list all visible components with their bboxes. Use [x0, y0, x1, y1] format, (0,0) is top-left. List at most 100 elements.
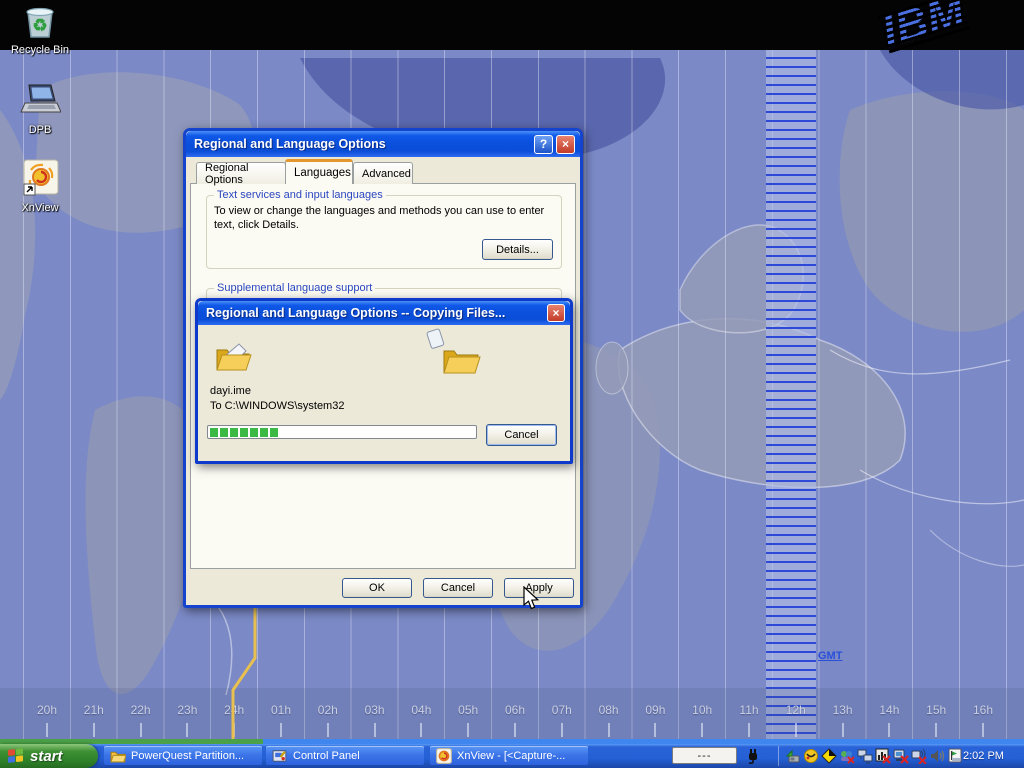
hour-label: 05h [451, 703, 485, 717]
hour-label: 11h [732, 703, 766, 717]
hour-label: 02h [311, 703, 345, 717]
progress-block [240, 428, 248, 437]
hour-tick [327, 723, 329, 737]
diamond-envelope-icon[interactable] [821, 748, 837, 764]
taskbar-task-control-panel[interactable]: Control Panel [266, 746, 424, 766]
progress-block [230, 428, 238, 437]
users-offline-icon[interactable] [839, 748, 855, 764]
progress-block [210, 428, 218, 437]
hour-label: 09h [638, 703, 672, 717]
battery-indicator[interactable]: --- [672, 747, 737, 764]
hour-scale: 20h21h22h23h24h01h02h03h04h05h06h07h08h0… [0, 688, 1024, 740]
desktop-icon-xnview[interactable]: XnView [4, 158, 76, 216]
taskbar-task-powerquest[interactable]: PowerQuest Partition... [104, 746, 262, 766]
wireless-offline-icon[interactable] [911, 748, 927, 764]
copy-cancel-button[interactable]: Cancel [486, 424, 557, 446]
desktop-icon-dpb[interactable]: DPB [4, 82, 76, 138]
language-bar-flag-icon[interactable] [947, 748, 963, 764]
windows-flag-icon [8, 748, 25, 765]
tab-languages[interactable]: Languages [285, 159, 353, 184]
progress-block [270, 428, 278, 437]
apply-button[interactable]: Apply [504, 578, 574, 598]
computer-offline-icon[interactable] [893, 748, 909, 764]
tab-regional-options[interactable]: Regional Options [196, 162, 286, 184]
hour-tick [514, 723, 516, 737]
power-plug-icon[interactable] [744, 748, 762, 764]
start-label: start [30, 748, 63, 765]
hour-tick [701, 723, 703, 737]
desktop-icon-recycle-bin[interactable]: ♻ Recycle Bin [4, 4, 76, 58]
destination-folder-icon [422, 327, 482, 377]
yellow-ball-icon[interactable] [803, 748, 819, 764]
hour-tick [561, 723, 563, 737]
hour-tick [467, 723, 469, 737]
hour-label: 10h [685, 703, 719, 717]
desktop-screen: 20h21h22h23h24h01h02h03h04h05h06h07h08h0… [0, 0, 1024, 768]
hour-label: 23h [170, 703, 204, 717]
hour-label: 01h [264, 703, 298, 717]
source-folder-icon [213, 338, 253, 374]
removable-device-icon[interactable] [785, 748, 801, 764]
hour-tick [374, 723, 376, 737]
tab-label: Languages [294, 167, 351, 179]
hour-label: 14h [872, 703, 906, 717]
chart-error-icon[interactable] [875, 748, 891, 764]
hour-label: 15h [919, 703, 953, 717]
xnview-icon [21, 158, 59, 198]
hour-tick [795, 723, 797, 737]
hour-tick [888, 723, 890, 737]
dialog-title: Regional and Language Options [194, 137, 531, 151]
taskbar-task-xnview[interactable]: XnView - [<Capture-... [430, 746, 588, 766]
tab-label: Advanced [362, 168, 411, 180]
hour-label: 06h [498, 703, 532, 717]
recycle-bin-icon: ♻ [21, 4, 59, 40]
hour-label: 13h [826, 703, 860, 717]
dialog-title: Regional and Language Options -- Copying… [206, 306, 544, 320]
hour-label: 03h [358, 703, 392, 717]
hour-label: 12h [779, 703, 813, 717]
hour-tick [608, 723, 610, 737]
ibm-logo: IBM [878, 0, 971, 55]
top-banner: IBM [0, 0, 1024, 50]
gmt-meridian-band [766, 50, 816, 740]
xnview-icon [436, 748, 452, 764]
laptop-icon [19, 82, 61, 120]
copying-file-name: dayi.ime [210, 385, 251, 397]
task-label: Control Panel [293, 750, 360, 762]
taskbar: start PowerQuest Partition... Control Pa… [0, 744, 1024, 768]
dialog-titlebar[interactable]: Regional and Language Options ? × [186, 131, 580, 157]
help-button[interactable]: ? [534, 135, 553, 154]
hour-tick [935, 723, 937, 737]
system-tray [772, 744, 963, 768]
hour-tick [842, 723, 844, 737]
network-computers-icon[interactable] [857, 748, 873, 764]
svg-text:♻: ♻ [32, 16, 47, 35]
tray-divider [778, 746, 779, 766]
dialog-titlebar[interactable]: Regional and Language Options -- Copying… [198, 301, 570, 325]
group-description-line2: text, click Details. [214, 219, 299, 231]
close-icon[interactable]: × [556, 135, 575, 154]
progress-block [250, 428, 258, 437]
hour-tick [186, 723, 188, 737]
group-description-line1: To view or change the languages and meth… [214, 205, 544, 217]
details-button[interactable]: Details... [482, 239, 553, 260]
tab-advanced[interactable]: Advanced [353, 162, 413, 184]
task-label: PowerQuest Partition... [131, 750, 244, 762]
gmt-link[interactable]: GMT [818, 650, 842, 662]
hour-tick [748, 723, 750, 737]
hour-label: 07h [545, 703, 579, 717]
copying-destination: To C:\WINDOWS\system32 [210, 400, 344, 412]
ok-button[interactable]: OK [342, 578, 412, 598]
tab-label: Regional Options [205, 162, 277, 186]
cancel-button[interactable]: Cancel [423, 578, 493, 598]
desktop-icon-label: XnView [21, 202, 58, 214]
hour-tick [982, 723, 984, 737]
progress-block [220, 428, 228, 437]
hour-label: 21h [77, 703, 111, 717]
copying-files-dialog: Regional and Language Options -- Copying… [195, 298, 573, 464]
volume-icon[interactable] [929, 748, 945, 764]
start-button[interactable]: start [0, 744, 98, 768]
taskbar-clock: 2:02 PM [963, 744, 1004, 768]
close-icon[interactable]: × [547, 304, 565, 322]
hour-tick [93, 723, 95, 737]
